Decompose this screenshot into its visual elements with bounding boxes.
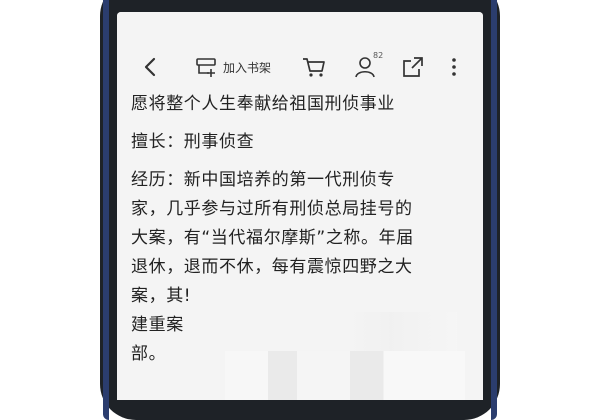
article-line: 愿将整个人生奉献给祖国刑侦事业 [131,94,395,114]
experience-line: 退休，退而不休，每有震惊四野之大 [131,257,413,277]
share-button[interactable] [401,55,425,79]
phone-edge-left [103,0,109,420]
experience-line: 案，其! [131,286,192,306]
experience-line: 大案，有“当代福尔摩斯”之称。年届 [131,228,414,248]
cart-icon [303,58,325,77]
experience-line: 经历：新中国培养的第一代刑侦专 [131,170,395,190]
obscured-region [347,312,457,352]
readers-button[interactable]: 82 [353,51,389,79]
chevron-left-icon [144,57,156,77]
reader-count-badge: 82 [373,51,384,60]
back-button[interactable] [139,55,163,79]
more-button[interactable] [447,55,461,79]
phone-edge-right [491,0,497,420]
experience-line: 家，几乎参与过所有刑侦总局挂号的 [131,199,413,219]
phone-screen: 加入书架 82 愿将整个人生奉献给祖国刑侦事业 擅长：刑事侦查 经历：新中国培养… [117,12,483,400]
add-to-shelf-label: 加入书架 [223,60,272,75]
obscured-region [225,351,465,400]
more-vertical-icon [452,58,456,76]
reader-toolbar: 加入书架 82 [117,12,483,92]
cart-button[interactable] [301,55,327,79]
bookshelf-add-icon [196,58,216,77]
add-to-shelf-button[interactable]: 加入书架 [195,56,271,78]
share-icon [403,57,423,77]
specialty-line: 擅长：刑事侦查 [131,132,255,152]
